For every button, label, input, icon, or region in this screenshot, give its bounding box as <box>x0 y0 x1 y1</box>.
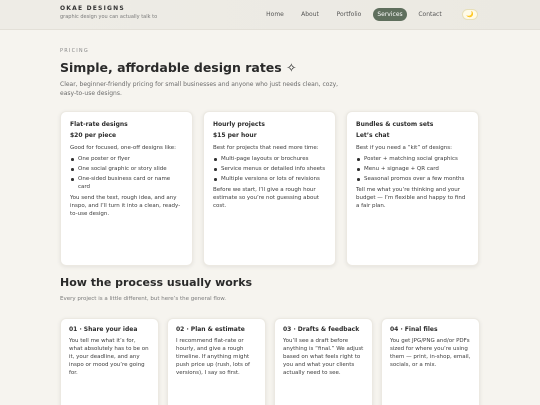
list-item: Poster + matching social graphics <box>356 155 469 163</box>
price-card-bundles: Bundles & custom sets Let’s chat Best if… <box>346 111 479 266</box>
price-card-list: Multi-page layouts or brochures Service … <box>213 155 326 183</box>
price-card-hourly: Hourly projects $15 per hour Best for pr… <box>203 111 336 266</box>
nav-contact[interactable]: Contact <box>413 8 447 21</box>
list-item: Service menus or detailed info sheets <box>213 165 326 173</box>
price-card-price: $20 per piece <box>70 132 117 139</box>
price-card-intro: Best for projects that need more time: <box>213 145 319 151</box>
price-card-list: One poster or flyer One social graphic o… <box>70 155 183 191</box>
nav-services[interactable]: Services <box>373 8 407 21</box>
step-title: 04 · Final files <box>390 326 438 333</box>
process-title: How the process usually works <box>60 276 253 289</box>
list-item: Seasonal promos over a few months <box>356 175 469 183</box>
nav-home[interactable]: Home <box>258 8 292 21</box>
step-title: 02 · Plan & estimate <box>176 326 245 333</box>
step-title: 03 · Drafts & feedback <box>283 326 360 333</box>
price-card-title: Flat-rate designs <box>70 121 128 128</box>
step-text: You’ll see a draft before anything is “f… <box>283 338 364 376</box>
price-card-flat-rate: Flat-rate designs $20 per piece Good for… <box>60 111 193 266</box>
price-card-intro: Best if you need a “kit” of designs: <box>356 145 452 151</box>
price-card-outro: Before we start, I’ll give a rough hour … <box>213 187 320 209</box>
main-nav: Home About Portfolio Services Contact <box>0 8 540 22</box>
process-step-3: 03 · Drafts & feedback You’ll see a draf… <box>274 318 373 405</box>
site-header: OKAE DESIGNS graphic design you can actu… <box>0 0 540 30</box>
list-item: One-sided business card or name card <box>70 175 183 191</box>
price-card-title: Hourly projects <box>213 121 265 128</box>
process-step-4: 04 · Final files You get JPG/PNG and/or … <box>381 318 480 405</box>
pricing-eyebrow: PRICING <box>60 48 89 54</box>
price-card-outro: Tell me what you’re thinking and your bu… <box>356 187 466 209</box>
process-step-1: 01 · Share your idea You tell me what it… <box>60 318 159 405</box>
price-card-price: Let’s chat <box>356 132 390 139</box>
moon-icon: 🌙 <box>466 11 474 18</box>
step-text: I recommend flat-rate or hourly, and giv… <box>176 338 250 376</box>
nav-about[interactable]: About <box>293 8 327 21</box>
list-item: Menu + signage + QR card <box>356 165 469 173</box>
price-card-title: Bundles & custom sets <box>356 121 434 128</box>
price-card-list: Poster + matching social graphics Menu +… <box>356 155 469 183</box>
theme-toggle-button[interactable]: 🌙 <box>462 9 478 20</box>
step-text: You get JPG/PNG and/or PDFs sized for wh… <box>390 338 471 368</box>
price-card-outro: You send the text, rough idea, and any i… <box>70 195 181 217</box>
pricing-lead: Clear, beginner-friendly pricing for sma… <box>60 81 339 97</box>
list-item: Multiple versions or lots of revisions <box>213 175 326 183</box>
pricing-title: Simple, affordable design rates ✧ <box>60 60 297 75</box>
step-title: 01 · Share your idea <box>69 326 138 333</box>
process-step-2: 02 · Plan & estimate I recommend flat-ra… <box>167 318 266 405</box>
list-item: One social graphic or story slide <box>70 165 183 173</box>
step-text: You tell me what it’s for, what absolute… <box>69 338 149 376</box>
list-item: One poster or flyer <box>70 155 183 163</box>
price-card-intro: Good for focused, one-off designs like: <box>70 145 176 151</box>
list-item: Multi-page layouts or brochures <box>213 155 326 163</box>
process-subtitle: Every project is a little different, but… <box>60 296 226 302</box>
nav-portfolio[interactable]: Portfolio <box>331 8 367 21</box>
price-card-price: $15 per hour <box>213 132 257 139</box>
